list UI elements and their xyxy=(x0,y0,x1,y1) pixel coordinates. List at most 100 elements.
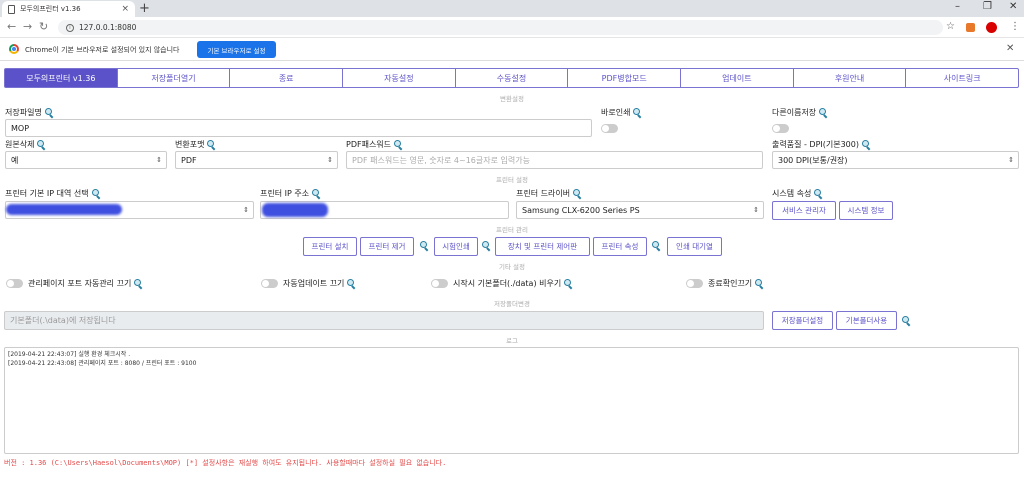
redacted-ip-band xyxy=(6,204,122,215)
new-tab-icon[interactable]: + xyxy=(139,1,150,16)
set-save-folder-button[interactable]: 저장폴더설정 xyxy=(772,311,833,330)
nav-exit[interactable]: 종료 xyxy=(230,68,344,88)
ip-band-label-text: 프린터 기본 IP 대역 선택 xyxy=(5,189,89,198)
search-icon[interactable] xyxy=(633,108,642,117)
nav-update[interactable]: 업데이트 xyxy=(681,68,794,88)
filename-label: 저장파일명 xyxy=(5,107,54,118)
nav-home[interactable]: 모두의프린터 v1.36 xyxy=(4,68,118,88)
port-auto-text: 관리페이지 포트 자동관리 끄기 xyxy=(28,279,132,288)
devices-printers-button[interactable]: 장치 및 프린터 제어판 xyxy=(495,237,590,256)
driver-label-text: 프린터 드라이버 xyxy=(516,189,571,198)
save-folder-input[interactable]: 기본폴더(.\data)에 저장됩니다 xyxy=(4,311,764,330)
rename-save-toggle[interactable] xyxy=(772,124,789,133)
auto-update-toggle[interactable] xyxy=(261,279,278,288)
address-bar[interactable]: i 127.0.0.1:8080 xyxy=(58,20,943,35)
section-save-folder: 저장폴더변경 xyxy=(494,300,530,308)
nav-pdf-merge[interactable]: PDF병합모드 xyxy=(568,68,682,88)
service-manager-button[interactable]: 서비스 관리자 xyxy=(772,201,836,220)
search-icon[interactable] xyxy=(312,189,321,198)
section-printer: 프린터 설정 xyxy=(496,176,528,184)
system-label: 시스템 속성 xyxy=(772,188,823,199)
search-icon[interactable] xyxy=(394,140,403,149)
rename-save-label: 다른이름저장 xyxy=(772,107,828,118)
driver-select[interactable]: Samsung CLX-6200 Series PS xyxy=(516,201,764,219)
search-icon[interactable] xyxy=(134,279,143,288)
system-info-button[interactable]: 시스템 정보 xyxy=(839,201,893,220)
direct-print-label: 바로인쇄 xyxy=(601,107,642,118)
ip-band-label: 프린터 기본 IP 대역 선택 xyxy=(5,188,101,199)
quality-label-text: 출력품질 - DPI(기본300) xyxy=(772,140,859,149)
ip-address-label: 프린터 IP 주소 xyxy=(260,188,321,199)
search-icon[interactable] xyxy=(819,108,828,117)
info-icon[interactable]: i xyxy=(66,23,74,32)
reload-icon[interactable]: ↻ xyxy=(39,20,48,33)
search-icon[interactable] xyxy=(347,279,356,288)
restore-icon[interactable]: ❐ xyxy=(983,1,992,12)
search-icon[interactable] xyxy=(862,140,871,149)
browser-tab[interactable]: 모두의프린터 v1.36 × xyxy=(2,1,135,17)
window-close-icon[interactable]: ✕ xyxy=(1009,1,1017,12)
print-queue-button[interactable]: 인쇄 대기열 xyxy=(667,237,722,256)
nav-auto-setup[interactable]: 자동설정 xyxy=(343,68,456,88)
pdf-password-input[interactable]: PDF 패스워드는 영문, 숫자로 4~16글자로 입력가능 xyxy=(346,151,763,169)
auto-update-text: 자동업데이트 끄기 xyxy=(283,279,345,288)
printer-properties-button[interactable]: 프린터 속성 xyxy=(593,237,647,256)
format-select[interactable]: PDF xyxy=(175,151,338,169)
filename-label-text: 저장파일명 xyxy=(5,108,42,117)
port-auto-toggle[interactable] xyxy=(6,279,23,288)
search-icon[interactable] xyxy=(902,316,911,325)
nav-donate[interactable]: 후원안내 xyxy=(793,68,907,88)
search-icon[interactable] xyxy=(44,108,54,117)
section-etc: 기타 설정 xyxy=(499,263,525,271)
delete-original-label: 원본삭제 xyxy=(5,139,46,150)
search-icon[interactable] xyxy=(420,241,429,250)
profile-icon[interactable] xyxy=(986,22,997,33)
close-tab-icon[interactable]: × xyxy=(121,4,129,14)
set-default-browser-button[interactable]: 기본 브라우저로 설정 xyxy=(197,41,276,58)
infobar-close-icon[interactable]: ✕ xyxy=(1006,43,1014,54)
clear-folder-text: 시작시 기본폴더(./data) 비우기 xyxy=(453,279,562,288)
infobar-text: Chrome이 기본 브라우저로 설정되어 있지 않습니다 xyxy=(25,46,180,54)
exit-confirm-toggle[interactable] xyxy=(686,279,703,288)
search-icon[interactable] xyxy=(573,189,582,198)
search-icon[interactable] xyxy=(91,189,101,198)
clear-folder-label: 시작시 기본폴더(./data) 비우기 xyxy=(453,278,573,289)
format-value: PDF xyxy=(181,155,197,165)
nav-manual-setup[interactable]: 수동설정 xyxy=(455,68,569,88)
search-icon[interactable] xyxy=(207,140,216,149)
nav-site-link[interactable]: 사이트링크 xyxy=(906,68,1020,88)
format-label-text: 변환포맷 xyxy=(175,140,205,149)
forward-icon[interactable]: → xyxy=(23,20,32,33)
system-label-text: 시스템 속성 xyxy=(772,189,812,198)
test-print-button[interactable]: 시험인쇄 xyxy=(434,237,478,256)
minimize-icon[interactable]: – xyxy=(955,1,960,12)
filename-input[interactable]: MOP xyxy=(5,119,592,137)
browser-menu-icon[interactable]: ⋮ xyxy=(1010,21,1020,32)
log-line: [2019-04-21 22:43:07] 실행 환경 체크시작 . xyxy=(8,351,131,358)
clear-folder-toggle[interactable] xyxy=(431,279,448,288)
search-icon[interactable] xyxy=(564,279,573,288)
exit-confirm-text: 종료확인끄기 xyxy=(708,279,753,288)
back-icon[interactable]: ← xyxy=(7,20,16,33)
extension-icon[interactable] xyxy=(966,23,975,32)
url-text: 127.0.0.1:8080 xyxy=(79,23,137,32)
delete-original-select[interactable]: 예 xyxy=(5,151,167,169)
search-icon[interactable] xyxy=(814,189,823,198)
direct-print-toggle[interactable] xyxy=(601,124,618,133)
search-icon[interactable] xyxy=(755,279,764,288)
quality-select[interactable]: 300 DPI(보통/권장) xyxy=(772,151,1019,169)
document-icon xyxy=(8,4,15,14)
log-box[interactable]: [2019-04-21 22:43:07] 실행 환경 체크시작 . [2019… xyxy=(4,347,1019,454)
search-icon[interactable] xyxy=(652,241,661,250)
rename-save-label-text: 다른이름저장 xyxy=(772,108,817,117)
browser-toolbar: ← → ↻ i 127.0.0.1:8080 ☆ ⋮ xyxy=(0,17,1024,38)
install-printer-button[interactable]: 프린터 설치 xyxy=(303,237,357,256)
search-icon[interactable] xyxy=(37,140,46,149)
default-folder-button[interactable]: 기본폴더사용 xyxy=(836,311,897,330)
browser-tab-title: 모두의프린터 v1.36 xyxy=(20,5,81,13)
bookmark-star-icon[interactable]: ☆ xyxy=(946,21,955,32)
main-nav: 모두의프린터 v1.36 저장폴더열기 종료 자동설정 수동설정 PDF병합모드… xyxy=(4,68,1020,88)
remove-printer-button[interactable]: 프린터 제거 xyxy=(360,237,414,256)
nav-open-save-folder[interactable]: 저장폴더열기 xyxy=(117,68,231,88)
search-icon[interactable] xyxy=(482,241,491,250)
